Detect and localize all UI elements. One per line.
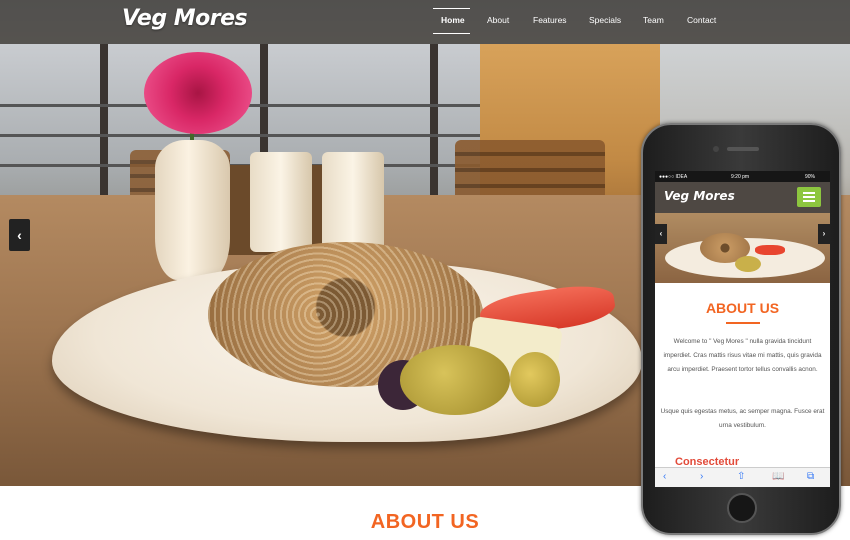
- browser-toolbar: ‹ › ⇧ 📖 ⧉: [655, 467, 830, 487]
- phone-mockup: ●●●○○ IDEA 9:20 pm 90% Veg Mores ‹ › ABO…: [641, 123, 841, 535]
- phone-about-paragraph-2: Usque quis egestas metus, ac semper magn…: [660, 408, 825, 429]
- phone-slider-next-button[interactable]: ›: [818, 224, 830, 244]
- status-battery: 90%: [805, 174, 816, 180]
- phone-speaker: [727, 147, 759, 151]
- site-logo[interactable]: Veg Mores: [122, 6, 248, 31]
- nav-item-specials[interactable]: Specials: [589, 15, 621, 25]
- bookmarks-icon[interactable]: 📖: [772, 471, 784, 482]
- share-icon[interactable]: ⇧: [737, 471, 745, 482]
- nav-item-about[interactable]: About: [487, 15, 509, 25]
- vase: [155, 140, 230, 280]
- tomato-slices: [755, 245, 785, 255]
- carnation-flower: [144, 52, 252, 134]
- olive: [400, 345, 510, 415]
- nav-item-team[interactable]: Team: [643, 15, 664, 25]
- site-header: Veg Mores Home About Features Specials T…: [0, 0, 850, 44]
- forward-icon[interactable]: ›: [700, 471, 703, 482]
- salt-shaker: [250, 152, 312, 252]
- phone-site-logo[interactable]: Veg Mores: [664, 189, 735, 203]
- nav-item-contact[interactable]: Contact: [687, 15, 716, 25]
- phone-screen: ●●●○○ IDEA 9:20 pm 90% Veg Mores ‹ › ABO…: [655, 171, 830, 487]
- phone-hero-image: [655, 213, 830, 283]
- tabs-icon[interactable]: ⧉: [807, 471, 814, 482]
- status-time: 9:20 pm: [731, 174, 750, 180]
- nav-item-home[interactable]: Home: [441, 15, 465, 25]
- olive: [735, 256, 761, 272]
- status-carrier: ●●●○○ IDEA: [659, 174, 688, 180]
- back-icon[interactable]: ‹: [663, 471, 666, 482]
- phone-about-paragraph: Welcome to " Veg Mores " nulla gravida t…: [663, 338, 822, 373]
- phone-home-button: [727, 493, 757, 523]
- nav-item-features[interactable]: Features: [533, 15, 567, 25]
- phone-about-heading: ABOUT US: [705, 300, 780, 316]
- phone-status-bar: ●●●○○ IDEA 9:20 pm 90%: [655, 171, 830, 182]
- heading-underline: [726, 322, 760, 324]
- olive: [510, 352, 560, 407]
- pepper-shaker: [322, 152, 384, 252]
- phone-slider-prev-button[interactable]: ‹: [655, 224, 667, 244]
- phone-camera: [713, 146, 719, 152]
- hamburger-icon[interactable]: [797, 187, 821, 207]
- active-nav-indicator: [433, 8, 470, 9]
- slider-prev-button[interactable]: ‹: [9, 219, 30, 251]
